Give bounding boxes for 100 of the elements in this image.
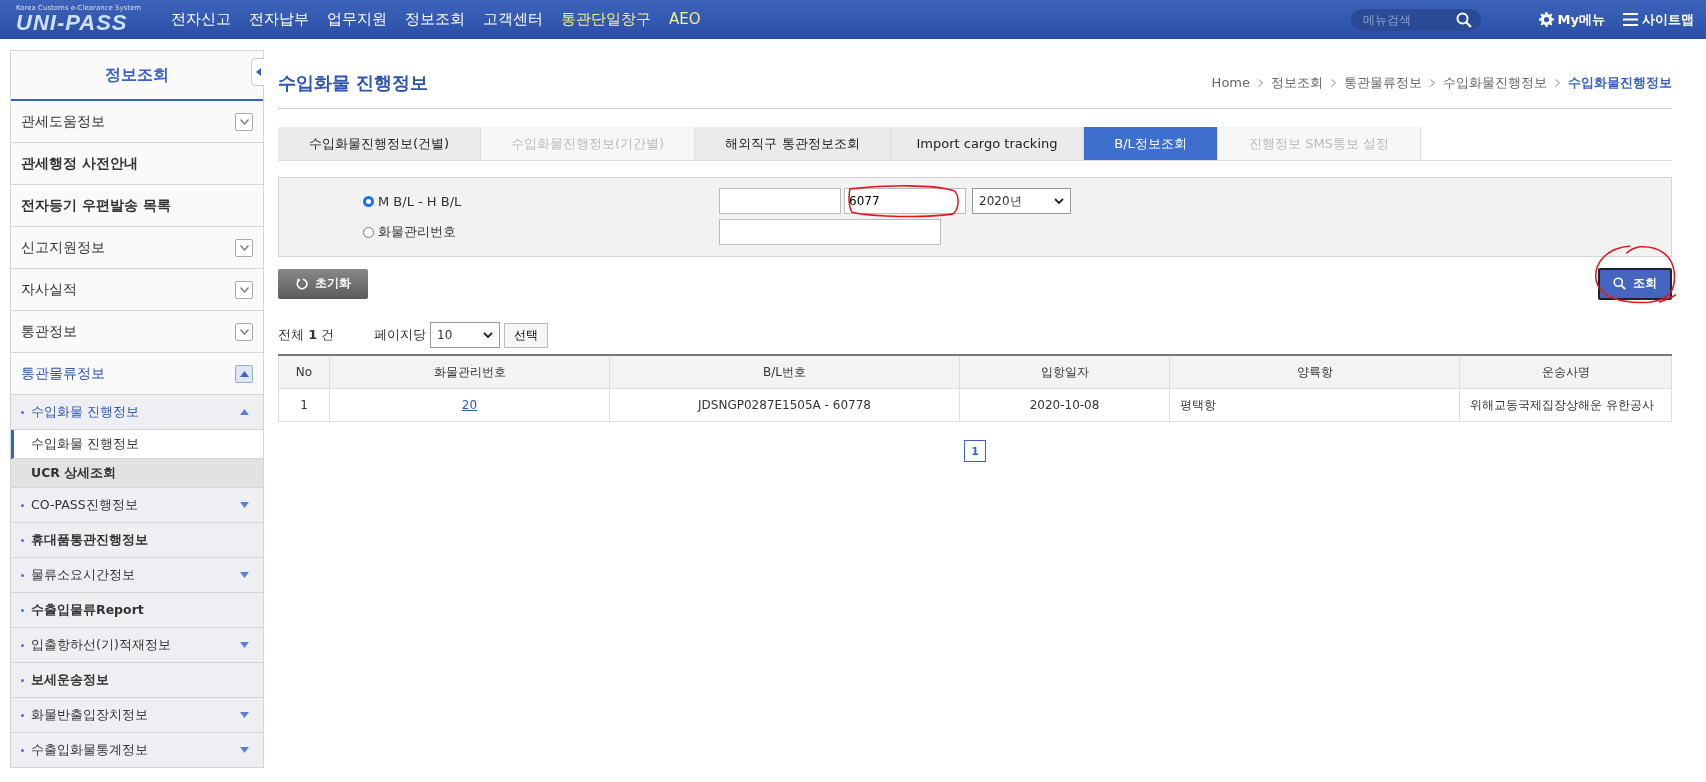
tab[interactable]: Import cargo tracking [891,127,1084,160]
sidebar-item[interactable]: 관세도움정보 [11,101,263,143]
sidebar-leaf[interactable]: UCR 상세조회 [11,459,263,488]
column-header: No [278,355,330,389]
subitem-label: 수입화물 진행정보 [31,403,140,421]
sidebar-item[interactable]: 전자등기 우편발송 목록 [11,185,263,227]
sidebar-item[interactable]: 신고지원정보 [11,227,263,269]
page-title: 수입화물 진행정보 [278,70,429,95]
menu-link[interactable]: 업무지원 [327,10,388,29]
subitem-label: 보세운송정보 [31,671,110,689]
bullet-icon [21,573,24,577]
search-button[interactable]: 조회 [1598,267,1672,300]
sidebar-title: 정보조회 [11,51,263,101]
sidebar-label: 통관물류정보 [21,364,105,383]
expand-toggle[interactable] [235,112,253,131]
sidebar-label: 신고지원정보 [21,238,105,257]
menu-link[interactable]: AEO [669,10,701,29]
bullet-icon [21,410,24,414]
year-select[interactable]: 2020년 [972,188,1071,214]
sidebar-subitem[interactable]: 입출항하선(기)적재정보 [11,628,263,663]
my-menu-link[interactable]: My메뉴 [1538,10,1605,29]
result-count: 전체 1 건 [278,326,336,344]
subitem-label: 물류소요시간정보 [31,566,136,584]
caret-icon [255,68,261,76]
chevron-icon [239,118,249,125]
sidebar-label: 자사실적 [21,280,77,299]
menu-link[interactable]: 통관단일창구 [561,10,652,29]
breadcrumb-link[interactable]: Home [1211,75,1250,90]
subitem-label: 수출입물류Report [31,601,145,619]
radio-option[interactable]: M B/L - H B/L [363,193,716,209]
radio-button[interactable] [363,226,374,238]
sidebar-item[interactable]: 통관물류정보 [11,353,263,395]
column-header: 운송사명 [1459,355,1672,389]
sidebar-subitem[interactable]: 물류소요시간정보 [11,558,263,593]
bullet-icon [21,643,24,647]
expand-toggle[interactable] [235,280,253,299]
sidebar-subitem[interactable]: 휴대품통관진행정보 [11,523,263,558]
chevron-icon [1054,198,1064,204]
sidebar-subitem[interactable]: CO-PASS진행정보 [11,488,263,523]
expand-toggle[interactable] [235,238,253,257]
table-cell: 평택항 [1180,397,1216,412]
house-bl-field[interactable]: 6077 [844,188,966,214]
tab[interactable]: 수입화물진행정보(건별) [278,127,481,160]
expand-toggle[interactable] [235,364,253,383]
apply-button[interactable]: 선택 [504,322,548,348]
tab[interactable]: B/L정보조회 [1084,127,1218,160]
search-icon[interactable] [1455,11,1472,28]
sitemap-link[interactable]: 사이트맵 [1623,10,1694,29]
menu-search-field[interactable]: 메뉴검색 [1350,8,1481,31]
sidebar-subitem[interactable]: 수출입화물통계정보 [11,733,263,768]
menu-link[interactable]: 정보조회 [405,10,466,29]
sidebar-leaf[interactable]: 수입화물 진행정보 [11,430,263,459]
sidebar-label: 관세도움정보 [21,112,105,131]
menu-link[interactable]: 전자납부 [249,10,310,29]
column-header: 양륙항 [1169,355,1460,389]
breadcrumb-link[interactable]: 통관물류정보 [1344,73,1422,92]
breadcrumb-link[interactable]: 수입화물진행정보 [1443,73,1547,92]
expand-toggle[interactable] [235,322,253,341]
sidebar-item[interactable]: 통관정보 [11,311,263,353]
reset-button[interactable]: 초기화 [278,268,368,299]
sidebar-subitem[interactable]: 보세운송정보 [11,663,263,698]
cargo-number-link[interactable]: 20 [461,398,478,412]
chevron-icon [483,332,493,338]
bullet-icon [21,538,24,542]
breadcrumb-link[interactable]: 수입화물진행정보 [1568,73,1672,92]
subitem-label: 화물반출입장치정보 [31,706,149,724]
subitem-label: CO-PASS진행정보 [31,496,139,514]
breadcrumb-link[interactable]: 정보조회 [1271,73,1323,92]
chevron-icon [239,244,249,251]
menu-link[interactable]: 고객센터 [483,10,544,29]
menu-link[interactable]: 전자신고 [171,10,232,29]
tab[interactable]: 해외직구 통관정보조회 [695,127,891,160]
page-link[interactable]: 1 [964,440,986,462]
refresh-icon [295,277,308,290]
bullet-icon [21,678,24,682]
per-page-select[interactable]: 10 [430,322,500,348]
chevron-icon [1555,78,1560,87]
master-bl-field[interactable] [719,188,841,214]
sidebar-item[interactable]: 관세행정 사전안내 [11,143,263,185]
table-cell: JDSNGP0287E1505A - 60778 [698,398,871,412]
radio-button[interactable] [363,195,374,207]
sidebar-subitem[interactable]: 수입화물 진행정보 [11,395,263,430]
chevron-icon [239,286,249,293]
chevron-icon [1331,78,1336,87]
subitem-label: 수출입화물통계정보 [31,741,149,759]
bullet-icon [21,713,24,717]
sidebar-item[interactable]: 자사실적 [11,269,263,311]
column-header: B/L번호 [609,355,960,389]
subitem-label: 휴대품통관진행정보 [31,531,149,549]
per-page-label: 페이지당 [374,326,426,344]
chevron-icon [1430,78,1435,87]
sidebar-subitem[interactable]: 수출입물류Report [11,593,263,628]
radio-option[interactable]: 화물관리번호 [363,223,716,241]
search-icon [1613,277,1626,290]
collapse-sidebar-button[interactable] [251,58,264,86]
sidebar-subitem[interactable]: 화물반출입장치정보 [11,698,263,733]
cargo-number-field[interactable] [719,219,941,245]
chevron-icon [239,370,249,377]
sidebar-label: 통관정보 [21,322,77,341]
bullet-icon [21,608,24,612]
